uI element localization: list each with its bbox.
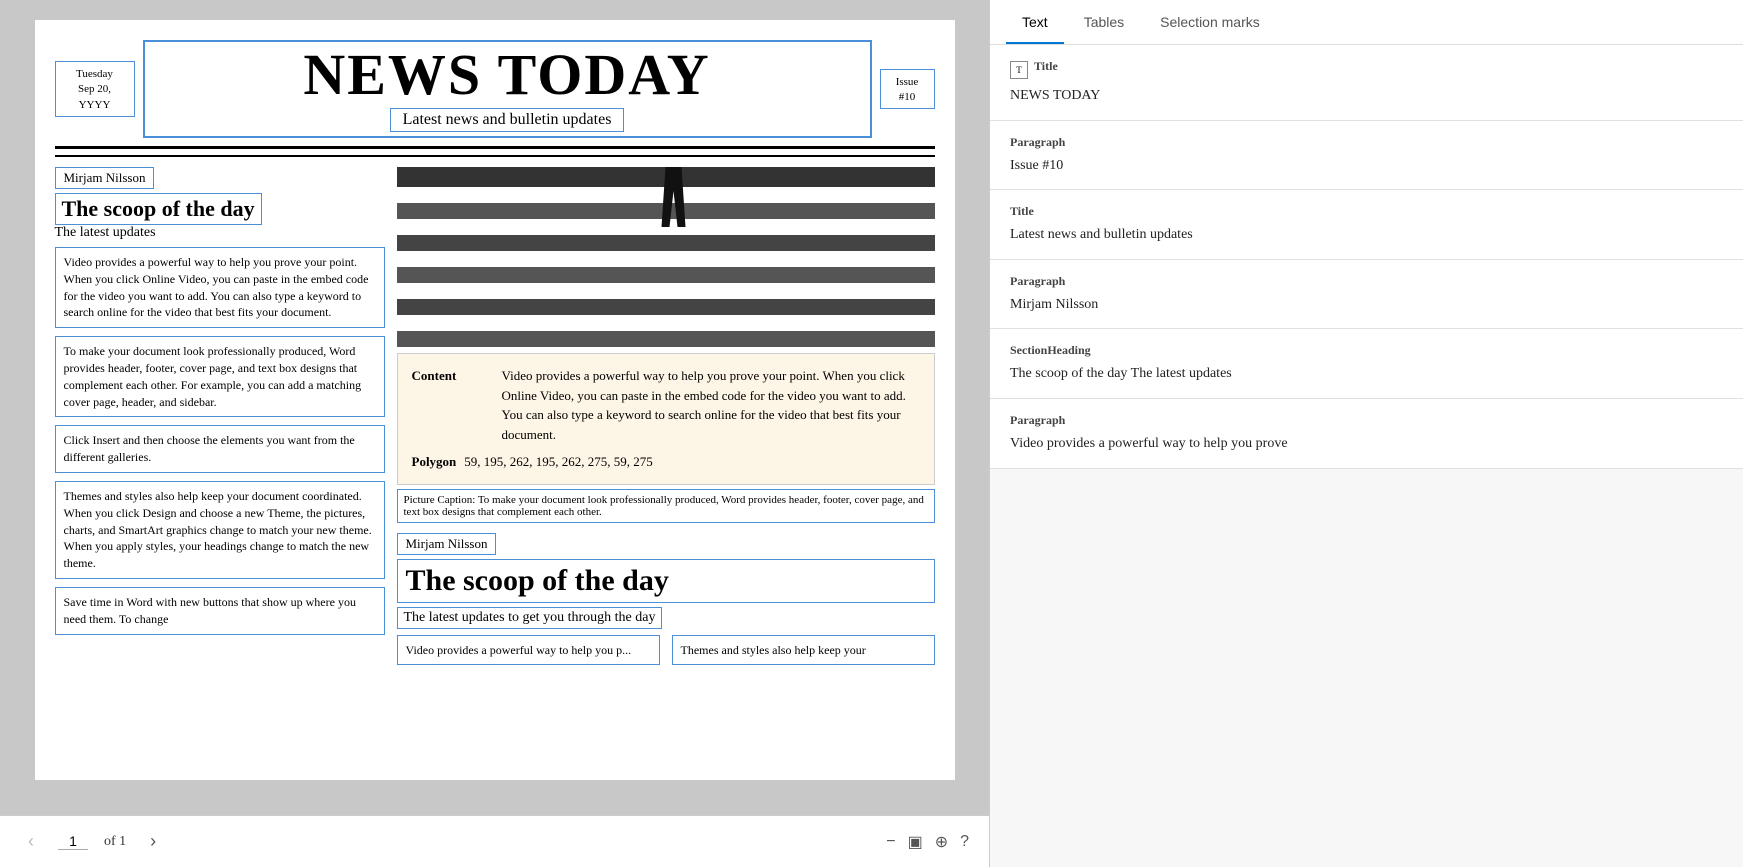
result-value-para1: Issue #10: [1010, 156, 1723, 176]
result-value-para3: Video provides a powerful way to help yo…: [1010, 434, 1723, 454]
section-heading-box: The scoop of the day: [55, 193, 262, 225]
result-item-title1: T Title NEWS TODAY: [990, 45, 1743, 121]
caption-text: Picture Caption: To make your document l…: [404, 494, 924, 518]
caption-box: Picture Caption: To make your document l…: [397, 489, 935, 523]
content-label: Content: [412, 366, 482, 386]
author-name-box: Mirjam Nilsson: [55, 167, 155, 189]
newspaper-image: [397, 167, 935, 347]
result-label-section-heading: SectionHeading: [1010, 343, 1723, 358]
zoom-in-button[interactable]: ?: [960, 833, 969, 851]
article-para-5: Save time in Word with new buttons that …: [55, 587, 385, 635]
panel-tabs: Text Tables Selection marks: [990, 0, 1743, 45]
polygon-row: Polygon 59, 195, 262, 195, 262, 275, 59,…: [412, 452, 920, 472]
issue-text: Issue#10: [896, 76, 919, 103]
article-para-2: To make your document look professionall…: [55, 336, 385, 417]
tab-selection-marks[interactable]: Selection marks: [1144, 0, 1276, 44]
section-subheading: The latest updates: [55, 225, 385, 241]
date-text: Tuesday Sep 20, YYYY: [76, 68, 113, 111]
result-header-title1: T Title: [1010, 59, 1723, 80]
author2-name-box: Mirjam Nilsson: [397, 533, 497, 555]
zoom-out-button[interactable]: −: [886, 833, 895, 851]
article-para-1: Video provides a powerful way to help yo…: [55, 247, 385, 328]
zoom-controls: − ▣ ⊕ ?: [886, 832, 969, 852]
tab-text[interactable]: Text: [1006, 0, 1064, 44]
left-column: Mirjam Nilsson The scoop of the day The …: [55, 167, 385, 665]
document-viewer: Tuesday Sep 20, YYYY NEWS TODAY Latest n…: [0, 0, 990, 867]
paper-subtitle: Latest news and bulletin updates: [390, 108, 625, 132]
prev-page-button[interactable]: ‹: [20, 827, 42, 856]
result-item-para1: Paragraph Issue #10: [990, 121, 1743, 191]
title-area: NEWS TODAY Latest news and bulletin upda…: [143, 40, 872, 138]
article2-para-right: Themes and styles also help keep your: [672, 635, 935, 666]
article2-columns: Video provides a powerful way to help yo…: [397, 635, 935, 666]
content-popup: Content Video provides a powerful way to…: [397, 353, 935, 485]
paper-body: Mirjam Nilsson The scoop of the day The …: [55, 167, 935, 665]
result-label-title2: Title: [1010, 204, 1723, 219]
article-para-4: Themes and styles also help keep your do…: [55, 481, 385, 579]
result-label-title1: Title: [1034, 59, 1058, 74]
polygon-label: Polygon: [412, 452, 457, 472]
paper-title: NEWS TODAY: [149, 46, 866, 104]
newspaper-page: Tuesday Sep 20, YYYY NEWS TODAY Latest n…: [35, 20, 955, 780]
author-name: Mirjam Nilsson: [64, 170, 146, 185]
date-box: Tuesday Sep 20, YYYY: [55, 61, 135, 118]
tab-tables[interactable]: Tables: [1068, 0, 1140, 44]
next-page-button[interactable]: ›: [142, 827, 164, 856]
result-item-para3: Paragraph Video provides a powerful way …: [990, 399, 1743, 469]
doc-footer: ‹ of 1 › − ▣ ⊕ ?: [0, 815, 989, 867]
article-para-3: Click Insert and then choose the element…: [55, 425, 385, 473]
result-value-para2: Mirjam Nilsson: [1010, 295, 1723, 315]
paper-divider: [55, 155, 935, 157]
article2-subheading: The latest updates to get you through th…: [397, 607, 663, 629]
polygon-values: 59, 195, 262, 195, 262, 275, 59, 275: [464, 452, 653, 472]
result-item-title2: Title Latest news and bulletin updates: [990, 190, 1743, 260]
result-item-section-heading: SectionHeading The scoop of the day The …: [990, 329, 1743, 399]
zebra-crossing-image: [397, 167, 935, 347]
big-heading-box: The scoop of the day: [397, 559, 935, 603]
zoom-fit-button[interactable]: ⊕: [935, 832, 948, 852]
result-label-para2: Paragraph: [1010, 274, 1723, 289]
issue-box: Issue#10: [880, 69, 935, 109]
heading-area: The scoop of the day The latest updates: [55, 193, 385, 241]
page-number-input[interactable]: [58, 833, 88, 850]
image-area: [397, 167, 935, 347]
document-content[interactable]: Tuesday Sep 20, YYYY NEWS TODAY Latest n…: [0, 0, 989, 815]
result-value-title1: NEWS TODAY: [1010, 86, 1723, 106]
right-column: Content Video provides a powerful way to…: [397, 167, 935, 665]
article2-para-left: Video provides a powerful way to help yo…: [397, 635, 660, 666]
zoom-reset-button[interactable]: ▣: [908, 832, 923, 852]
legs-figure: [654, 167, 694, 227]
title-icon: T: [1010, 61, 1028, 79]
page-of-text: of 1: [104, 834, 126, 850]
section-heading: The scoop of the day: [62, 196, 255, 222]
content-text: Video provides a powerful way to help yo…: [502, 366, 920, 444]
second-article: Mirjam Nilsson The scoop of the day The …: [397, 533, 935, 666]
result-item-para2: Paragraph Mirjam Nilsson: [990, 260, 1743, 330]
result-label-para1: Paragraph: [1010, 135, 1723, 150]
result-value-section-heading: The scoop of the day The latest updates: [1010, 364, 1723, 384]
big-heading: The scoop of the day: [406, 564, 926, 598]
author2-name: Mirjam Nilsson: [406, 536, 488, 551]
right-panel: Text Tables Selection marks T Title NEWS…: [990, 0, 1743, 867]
panel-content[interactable]: T Title NEWS TODAY Paragraph Issue #10 T…: [990, 45, 1743, 867]
newspaper-header: Tuesday Sep 20, YYYY NEWS TODAY Latest n…: [55, 40, 935, 149]
result-label-para3: Paragraph: [1010, 413, 1723, 428]
result-value-title2: Latest news and bulletin updates: [1010, 225, 1723, 245]
